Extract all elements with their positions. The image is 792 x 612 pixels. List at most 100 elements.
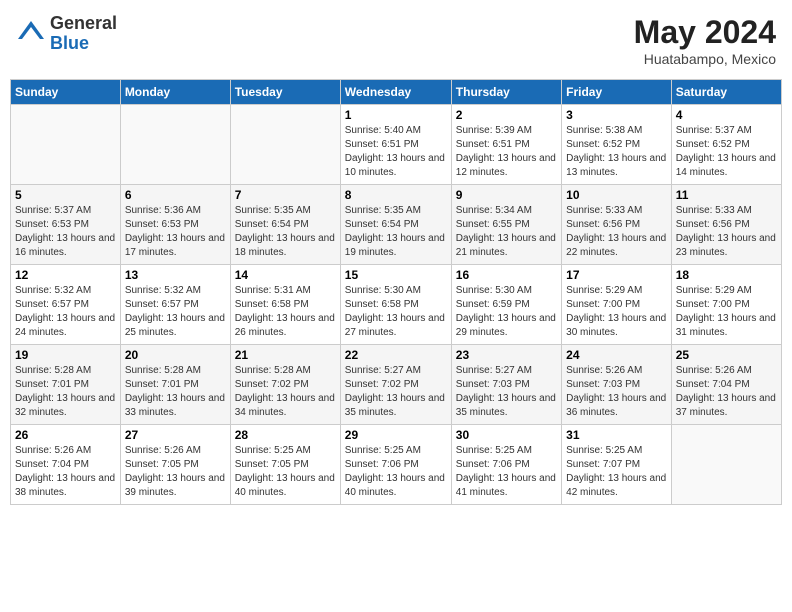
day-header-saturday: Saturday: [671, 80, 781, 105]
day-cell: 22Sunrise: 5:27 AM Sunset: 7:02 PM Dayli…: [340, 345, 451, 425]
day-header-tuesday: Tuesday: [230, 80, 340, 105]
day-cell: 27Sunrise: 5:26 AM Sunset: 7:05 PM Dayli…: [120, 425, 230, 505]
day-info: Sunrise: 5:27 AM Sunset: 7:03 PM Dayligh…: [456, 364, 557, 420]
day-number: 27: [125, 428, 226, 442]
day-cell: 1Sunrise: 5:40 AM Sunset: 6:51 PM Daylig…: [340, 105, 451, 185]
month-year: May 2024: [634, 14, 776, 51]
title-block: May 2024 Huatabampo, Mexico: [634, 14, 776, 67]
day-cell: 11 Sunrise: 5:33 AM Sunset: 6:56 PM Dayli…: [671, 185, 781, 265]
day-info: Sunrise: 5:34 AM Sunset: 6:55 PM Dayligh…: [456, 204, 557, 260]
day-number: 10: [566, 188, 667, 202]
logo: General Blue: [16, 14, 117, 54]
header-row: SundayMondayTuesdayWednesdayThursdayFrid…: [11, 80, 782, 105]
day-info: Sunrise: 5:29 AM Sunset: 7:00 PM Dayligh…: [566, 284, 667, 340]
day-number: 19: [15, 348, 116, 362]
day-info: Sunrise: 5:25 AM Sunset: 7:06 PM Dayligh…: [456, 444, 557, 500]
day-info: Sunrise: 5:26 AM Sunset: 7:04 PM Dayligh…: [15, 444, 116, 500]
day-number: 14: [235, 268, 336, 282]
day-info: Sunrise: 5:39 AM Sunset: 6:51 PM Dayligh…: [456, 124, 557, 180]
day-info: Sunrise: 5:37 AM Sunset: 6:53 PM Dayligh…: [15, 204, 116, 260]
day-info: Sunrise: 5:28 AM Sunset: 7:01 PM Dayligh…: [15, 364, 116, 420]
day-number: 25: [676, 348, 777, 362]
day-cell: 8 Sunrise: 5:35 AM Sunset: 6:54 PM Daylig…: [340, 185, 451, 265]
day-cell: 30Sunrise: 5:25 AM Sunset: 7:06 PM Dayli…: [451, 425, 561, 505]
day-info: Sunrise: 5:30 AM Sunset: 6:58 PM Dayligh…: [345, 284, 447, 340]
day-cell: [671, 425, 781, 505]
day-cell: 24Sunrise: 5:26 AM Sunset: 7:03 PM Dayli…: [562, 345, 672, 425]
day-cell: 31Sunrise: 5:25 AM Sunset: 7:07 PM Dayli…: [562, 425, 672, 505]
day-number: 15: [345, 268, 447, 282]
day-info: Sunrise: 5:37 AM Sunset: 6:52 PM Dayligh…: [676, 124, 777, 180]
day-info: Sunrise: 5:33 AM Sunset: 6:56 PM Dayligh…: [676, 204, 777, 260]
day-cell: 10Sunrise: 5:33 AM Sunset: 6:56 PM Dayli…: [562, 185, 672, 265]
day-header-monday: Monday: [120, 80, 230, 105]
day-number: 13: [125, 268, 226, 282]
day-number: 11: [676, 188, 777, 202]
day-info: Sunrise: 5:36 AM Sunset: 6:53 PM Dayligh…: [125, 204, 226, 260]
location: Huatabampo, Mexico: [634, 51, 776, 67]
day-info: Sunrise: 5:25 AM Sunset: 7:05 PM Dayligh…: [235, 444, 336, 500]
day-number: 22: [345, 348, 447, 362]
week-row-5: 26 Sunrise: 5:26 AM Sunset: 7:04 PM Dayli…: [11, 425, 782, 505]
day-info: Sunrise: 5:30 AM Sunset: 6:59 PM Dayligh…: [456, 284, 557, 340]
day-cell: 4 Sunrise: 5:37 AM Sunset: 6:52 PM Daylig…: [671, 105, 781, 185]
day-cell: 17 Sunrise: 5:29 AM Sunset: 7:00 PM Dayli…: [562, 265, 672, 345]
day-cell: 3 Sunrise: 5:38 AM Sunset: 6:52 PM Daylig…: [562, 105, 672, 185]
day-info: Sunrise: 5:28 AM Sunset: 7:02 PM Dayligh…: [235, 364, 336, 420]
day-cell: 28 Sunrise: 5:25 AM Sunset: 7:05 PM Dayli…: [230, 425, 340, 505]
day-number: 21: [235, 348, 336, 362]
day-header-wednesday: Wednesday: [340, 80, 451, 105]
day-info: Sunrise: 5:26 AM Sunset: 7:03 PM Dayligh…: [566, 364, 667, 420]
day-number: 9: [456, 188, 557, 202]
day-cell: 20 Sunrise: 5:28 AM Sunset: 7:01 PM Dayli…: [120, 345, 230, 425]
logo-blue-text: Blue: [50, 34, 117, 54]
day-header-sunday: Sunday: [11, 80, 121, 105]
day-info: Sunrise: 5:38 AM Sunset: 6:52 PM Dayligh…: [566, 124, 667, 180]
day-number: 2: [456, 108, 557, 122]
day-cell: 9 Sunrise: 5:34 AM Sunset: 6:55 PM Daylig…: [451, 185, 561, 265]
day-number: 31: [566, 428, 667, 442]
day-header-thursday: Thursday: [451, 80, 561, 105]
day-number: 6: [125, 188, 226, 202]
day-info: Sunrise: 5:25 AM Sunset: 7:06 PM Dayligh…: [345, 444, 447, 500]
page-header: General Blue May 2024 Huatabampo, Mexico: [10, 10, 782, 71]
day-cell: 6 Sunrise: 5:36 AM Sunset: 6:53 PM Daylig…: [120, 185, 230, 265]
logo-icon: [16, 19, 46, 49]
day-cell: [120, 105, 230, 185]
day-number: 8: [345, 188, 447, 202]
day-info: Sunrise: 5:26 AM Sunset: 7:04 PM Dayligh…: [676, 364, 777, 420]
day-cell: [11, 105, 121, 185]
day-number: 12: [15, 268, 116, 282]
day-number: 16: [456, 268, 557, 282]
day-cell: 5Sunrise: 5:37 AM Sunset: 6:53 PM Daylig…: [11, 185, 121, 265]
day-number: 23: [456, 348, 557, 362]
day-cell: 12 Sunrise: 5:32 AM Sunset: 6:57 PM Dayli…: [11, 265, 121, 345]
day-header-friday: Friday: [562, 80, 672, 105]
day-cell: [230, 105, 340, 185]
day-cell: 21 Sunrise: 5:28 AM Sunset: 7:02 PM Dayli…: [230, 345, 340, 425]
day-info: Sunrise: 5:29 AM Sunset: 7:00 PM Dayligh…: [676, 284, 777, 340]
day-number: 3: [566, 108, 667, 122]
day-info: Sunrise: 5:35 AM Sunset: 6:54 PM Dayligh…: [345, 204, 447, 260]
day-number: 7: [235, 188, 336, 202]
day-info: Sunrise: 5:32 AM Sunset: 6:57 PM Dayligh…: [15, 284, 116, 340]
day-cell: 23 Sunrise: 5:27 AM Sunset: 7:03 PM Dayli…: [451, 345, 561, 425]
logo-general-text: General: [50, 14, 117, 34]
day-cell: 26 Sunrise: 5:26 AM Sunset: 7:04 PM Dayli…: [11, 425, 121, 505]
day-number: 18: [676, 268, 777, 282]
calendar-table: SundayMondayTuesdayWednesdayThursdayFrid…: [10, 79, 782, 505]
day-number: 26: [15, 428, 116, 442]
day-info: Sunrise: 5:28 AM Sunset: 7:01 PM Dayligh…: [125, 364, 226, 420]
week-row-2: 5Sunrise: 5:37 AM Sunset: 6:53 PM Daylig…: [11, 185, 782, 265]
day-number: 4: [676, 108, 777, 122]
day-cell: 19 Sunrise: 5:28 AM Sunset: 7:01 PM Dayli…: [11, 345, 121, 425]
week-row-1: 1Sunrise: 5:40 AM Sunset: 6:51 PM Daylig…: [11, 105, 782, 185]
day-number: 20: [125, 348, 226, 362]
day-info: Sunrise: 5:31 AM Sunset: 6:58 PM Dayligh…: [235, 284, 336, 340]
day-number: 17: [566, 268, 667, 282]
day-cell: 13Sunrise: 5:32 AM Sunset: 6:57 PM Dayli…: [120, 265, 230, 345]
day-info: Sunrise: 5:40 AM Sunset: 6:51 PM Dayligh…: [345, 124, 447, 180]
day-cell: 25 Sunrise: 5:26 AM Sunset: 7:04 PM Dayli…: [671, 345, 781, 425]
day-number: 28: [235, 428, 336, 442]
day-cell: 18 Sunrise: 5:29 AM Sunset: 7:00 PM Dayli…: [671, 265, 781, 345]
